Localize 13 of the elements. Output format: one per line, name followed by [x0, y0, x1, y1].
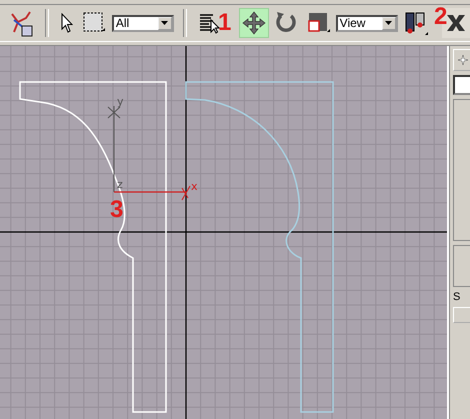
selection-filter-dropdown[interactable]: All — [112, 14, 174, 32]
name-field[interactable] — [453, 75, 470, 95]
annotation-number: 1 — [218, 11, 232, 35]
create-tab-icon[interactable] — [453, 49, 470, 71]
transform-gizmo[interactable] — [108, 106, 190, 200]
reference-coordinate-dropdown[interactable]: View — [336, 14, 398, 32]
move-tool-icon[interactable] — [238, 8, 269, 38]
rollout-panel — [453, 245, 470, 287]
axis-label: y — [117, 95, 124, 108]
axis-label: x — [191, 180, 198, 193]
annotation-number: 2 — [434, 5, 448, 29]
annotation-number: 3 — [110, 196, 124, 223]
panel-label: S — [453, 291, 462, 303]
